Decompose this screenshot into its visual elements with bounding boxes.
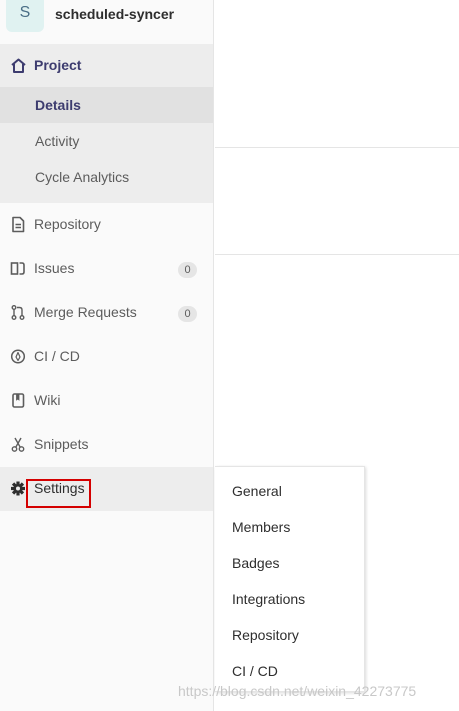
sidebar-subitem-label: Details bbox=[35, 97, 81, 113]
flyout-item-label: Members bbox=[232, 519, 291, 535]
scissors-icon bbox=[11, 437, 25, 452]
home-icon bbox=[11, 58, 26, 73]
issues-count-badge: 0 bbox=[178, 262, 197, 278]
sidebar: S scheduled-syncer Project Details Activ… bbox=[0, 0, 214, 711]
merge-request-icon bbox=[11, 305, 25, 320]
sidebar-subitem-cycle-analytics[interactable]: Cycle Analytics bbox=[0, 159, 213, 195]
gear-icon bbox=[11, 481, 25, 496]
content-divider bbox=[215, 254, 459, 255]
project-nav-group: Project Details Activity Cycle Analytics bbox=[0, 44, 213, 203]
sidebar-subitem-label: Cycle Analytics bbox=[35, 169, 130, 185]
sidebar-item-label: Snippets bbox=[34, 436, 89, 452]
settings-flyout-menu: General Members Badges Integrations Repo… bbox=[215, 466, 365, 692]
sidebar-item-wiki[interactable]: Wiki bbox=[0, 379, 213, 423]
sidebar-subitem-activity[interactable]: Activity bbox=[0, 123, 213, 159]
sidebar-subitem-label: Activity bbox=[35, 133, 80, 149]
settings-highlight-box bbox=[26, 479, 91, 508]
sidebar-item-repository[interactable]: Repository bbox=[0, 203, 213, 247]
sidebar-item-label: Repository bbox=[34, 216, 101, 232]
sidebar-subitem-details[interactable]: Details bbox=[0, 87, 213, 123]
flyout-item-integrations[interactable]: Integrations bbox=[215, 581, 364, 617]
sidebar-item-merge-requests[interactable]: Merge Requests 0 bbox=[0, 291, 213, 335]
issues-icon bbox=[10, 262, 25, 275]
flyout-item-label: General bbox=[232, 483, 282, 499]
flyout-item-label: Integrations bbox=[232, 591, 306, 607]
flyout-item-repository[interactable]: Repository bbox=[215, 617, 364, 653]
flyout-item-label: Badges bbox=[232, 555, 280, 571]
document-icon bbox=[12, 216, 25, 233]
flyout-item-label: Repository bbox=[232, 627, 299, 643]
flyout-item-badges[interactable]: Badges bbox=[215, 545, 364, 581]
project-avatar: S bbox=[6, 0, 44, 32]
sidebar-item-snippets[interactable]: Snippets bbox=[0, 423, 213, 467]
sidebar-item-ci-cd[interactable]: CI / CD bbox=[0, 335, 213, 379]
sidebar-item-label: CI / CD bbox=[34, 348, 80, 364]
content-divider bbox=[215, 147, 459, 148]
sidebar-item-project[interactable]: Project bbox=[0, 44, 213, 88]
sidebar-item-label: Project bbox=[34, 57, 82, 73]
merge-requests-count-badge: 0 bbox=[178, 306, 197, 322]
flyout-item-general[interactable]: General bbox=[215, 473, 364, 509]
sidebar-item-label: Merge Requests bbox=[34, 304, 137, 320]
sidebar-item-label: Wiki bbox=[34, 392, 61, 408]
sidebar-item-issues[interactable]: Issues 0 bbox=[0, 247, 213, 291]
watermark-text: https://blog.csdn.net/weixin_42273775 bbox=[178, 683, 417, 699]
flyout-item-label: CI / CD bbox=[232, 663, 278, 679]
project-header[interactable]: S scheduled-syncer bbox=[0, 0, 213, 44]
book-icon bbox=[12, 393, 25, 408]
flyout-item-members[interactable]: Members bbox=[215, 509, 364, 545]
rocket-icon bbox=[10, 349, 26, 364]
project-name[interactable]: scheduled-syncer bbox=[55, 6, 174, 22]
sidebar-item-label: Issues bbox=[34, 260, 75, 276]
